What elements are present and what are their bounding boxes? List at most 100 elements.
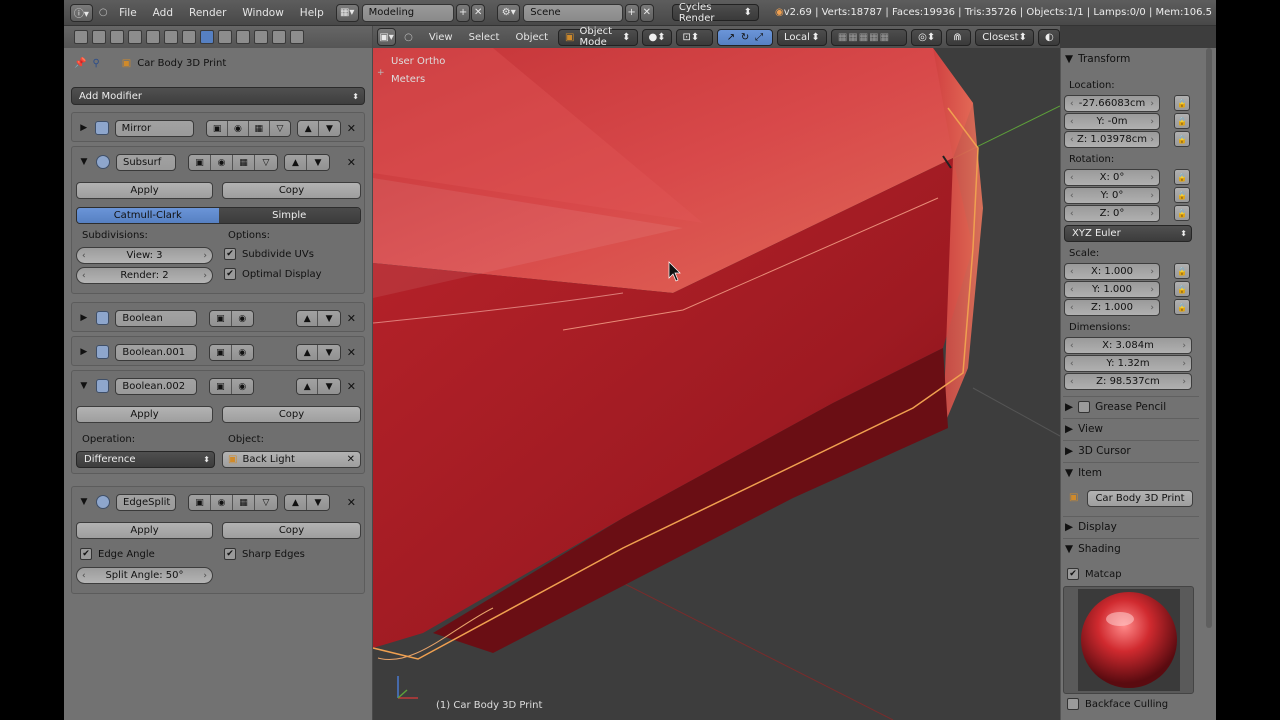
scene-tab-icon[interactable]: [128, 30, 142, 44]
move-up-icon[interactable]: ▲: [297, 310, 319, 326]
move-up-icon[interactable]: ▲: [297, 378, 319, 394]
scale-icon[interactable]: ⤢: [755, 32, 763, 43]
move-up-icon[interactable]: ▲: [285, 154, 307, 170]
manipulator-toggles[interactable]: ↗ ↻ ⤢: [716, 28, 773, 46]
menu-help[interactable]: Help: [292, 7, 332, 19]
lock-icon[interactable]: 🔒: [1174, 263, 1190, 279]
apply-button[interactable]: Apply: [76, 406, 213, 423]
menu-view[interactable]: View: [423, 32, 459, 43]
material-tab-icon[interactable]: [236, 30, 250, 44]
menu-file[interactable]: File: [111, 7, 145, 19]
menu-window[interactable]: Window: [234, 7, 291, 19]
remove-modifier-icon[interactable]: ✕: [347, 380, 356, 393]
item-name-field[interactable]: Car Body 3D Print: [1087, 490, 1193, 507]
pivot-select[interactable]: ⊡ ⬍: [675, 28, 713, 46]
translate-icon[interactable]: ↗: [727, 32, 735, 43]
rotation-x-field[interactable]: X: 0°: [1064, 169, 1160, 186]
rotation-mode-dropdown[interactable]: XYZ Euler ⬍: [1064, 225, 1192, 242]
menu-select[interactable]: Select: [463, 32, 506, 43]
expand-arrow-icon[interactable]: ▶: [78, 347, 90, 357]
collapse-arrow-icon[interactable]: ▼: [78, 157, 90, 167]
render-layers-tab-icon[interactable]: [110, 30, 124, 44]
cage-toggle-icon[interactable]: ▽: [255, 494, 277, 510]
rotation-y-field[interactable]: Y: 0°: [1064, 187, 1160, 204]
add-layout-icon[interactable]: +: [455, 3, 471, 22]
dimension-z-field[interactable]: Z: 98.537cm: [1064, 373, 1192, 390]
texture-tab-icon[interactable]: [254, 30, 268, 44]
editmode-toggle-icon[interactable]: ▦: [233, 494, 255, 510]
grease-pencil-panel-header[interactable]: ▶ Grease Pencil: [1065, 398, 1166, 416]
expand-arrow-icon[interactable]: ▶: [78, 123, 89, 133]
modifiers-tab-icon[interactable]: [200, 30, 214, 44]
operation-dropdown[interactable]: Difference ⬍: [76, 451, 215, 468]
toolshelf-toggle-icon[interactable]: +: [377, 68, 385, 78]
scale-z-field[interactable]: Z: 1.000: [1064, 299, 1160, 316]
3d-viewport[interactable]: ▣▾ ○ View Select Object ▣ Object Mode ⬍ ● ⬍…: [373, 26, 1060, 720]
constraints-tab-icon[interactable]: [182, 30, 196, 44]
rotate-icon[interactable]: ↻: [741, 32, 749, 43]
location-x-field[interactable]: -27.66083cm: [1064, 95, 1160, 112]
shading-panel-header[interactable]: ▼ Shading: [1065, 540, 1121, 558]
edge-angle-checkbox[interactable]: ✔ Edge Angle: [80, 548, 155, 560]
lock-icon[interactable]: 🔒: [1174, 131, 1190, 147]
sidebar-scrollbar[interactable]: [1206, 48, 1212, 628]
apply-button[interactable]: Apply: [76, 182, 213, 199]
menu-render[interactable]: Render: [181, 7, 234, 19]
remove-modifier-icon[interactable]: ✕: [347, 496, 356, 509]
editmode-toggle-icon[interactable]: ▦: [248, 120, 270, 136]
lock-icon[interactable]: 🔒: [1174, 95, 1190, 111]
modifier-name-field[interactable]: Subsurf: [116, 153, 176, 171]
render-toggle-icon[interactable]: ▣: [210, 378, 232, 394]
matcap-checkbox[interactable]: ✔ Matcap: [1067, 568, 1122, 580]
info-editor-type-icon[interactable]: ⓘ▾: [70, 3, 93, 22]
matcap-preview[interactable]: [1063, 586, 1194, 694]
move-down-icon[interactable]: ▼: [307, 154, 329, 170]
world-tab-icon[interactable]: [146, 30, 160, 44]
add-modifier-dropdown[interactable]: Add Modifier ⬍: [71, 87, 365, 105]
checkbox-icon[interactable]: [1078, 401, 1091, 413]
move-down-icon[interactable]: ▼: [318, 344, 340, 360]
move-down-icon[interactable]: ▼: [307, 494, 329, 510]
render-toggle-icon[interactable]: ▣: [207, 120, 229, 136]
viewport-editor-type-icon[interactable]: ▣▾: [377, 28, 397, 46]
expand-arrow-icon[interactable]: ▶: [78, 313, 90, 323]
copy-button[interactable]: Copy: [222, 522, 361, 539]
scene-icon[interactable]: ⚙▾: [497, 3, 521, 22]
rotation-z-field[interactable]: Z: 0°: [1064, 205, 1160, 222]
move-up-icon[interactable]: ▲: [298, 120, 320, 136]
3d-cursor-panel-header[interactable]: ▶ 3D Cursor: [1065, 442, 1131, 460]
lock-icon[interactable]: 🔒: [1174, 169, 1190, 185]
lock-icon[interactable]: 🔒: [1174, 205, 1190, 221]
viewport-toggle-icon[interactable]: ◉: [231, 378, 254, 394]
menu-add[interactable]: Add: [145, 7, 181, 19]
simple-option[interactable]: Simple: [218, 208, 360, 223]
view-panel-header[interactable]: ▶ View: [1065, 420, 1103, 438]
scene-field[interactable]: Scene: [523, 3, 623, 22]
item-panel-header[interactable]: ▼ Item: [1065, 464, 1102, 482]
modifier-name-field[interactable]: Boolean.001: [115, 343, 198, 361]
catmull-clark-option[interactable]: Catmull-Clark: [77, 208, 219, 223]
scale-x-field[interactable]: X: 1.000: [1064, 263, 1160, 280]
cage-toggle-icon[interactable]: ▽: [269, 120, 291, 136]
copy-button[interactable]: Copy: [222, 406, 361, 423]
menu-object[interactable]: Object: [509, 32, 554, 43]
sharp-edges-checkbox[interactable]: ✔ Sharp Edges: [224, 548, 305, 560]
snap-target-select[interactable]: Closest ⬍: [975, 28, 1034, 46]
move-up-icon[interactable]: ▲: [297, 344, 319, 360]
render-toggle-icon[interactable]: ▣: [210, 310, 232, 326]
proportional-edit-select[interactable]: ◎ ⬍: [911, 28, 943, 46]
data-tab-icon[interactable]: [218, 30, 232, 44]
viewport-toggle-icon[interactable]: ◉: [211, 494, 233, 510]
shading-select[interactable]: ● ⬍: [641, 28, 672, 46]
render-levels-field[interactable]: Render: 2: [76, 267, 213, 284]
editmode-toggle-icon[interactable]: ▦: [233, 154, 255, 170]
lock-icon[interactable]: 🔒: [1174, 187, 1190, 203]
remove-scene-icon[interactable]: ✕: [639, 3, 654, 22]
move-down-icon[interactable]: ▼: [318, 310, 340, 326]
copy-button[interactable]: Copy: [222, 182, 361, 199]
location-z-field[interactable]: Z: 1.03978cm: [1064, 131, 1160, 148]
orientation-select[interactable]: Local ⬍: [776, 28, 827, 46]
dimension-y-field[interactable]: Y: 1.32m: [1064, 355, 1192, 372]
object-field[interactable]: ▣ Back Light ✕: [222, 451, 361, 468]
object-tab-icon[interactable]: [164, 30, 178, 44]
